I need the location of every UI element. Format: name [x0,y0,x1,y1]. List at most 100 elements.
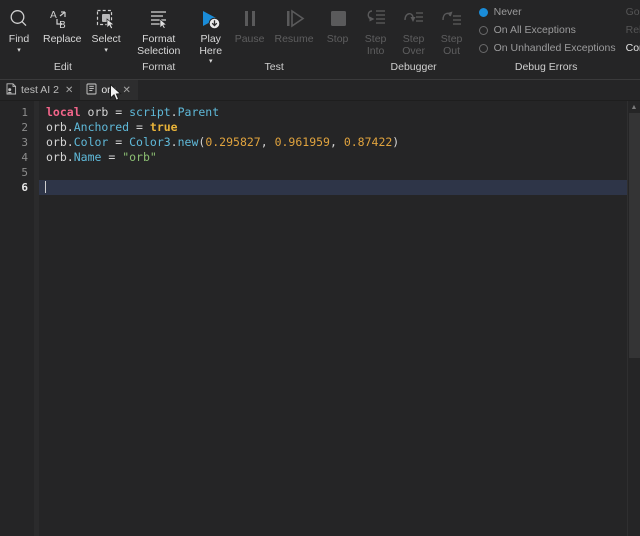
find-button[interactable]: Find ▾ [0,2,38,55]
tab-test-ai-2[interactable]: test AI 2 ✕ [0,80,80,100]
replace-ab-icon: A B [49,6,75,32]
reload-script-button[interactable]: Reload Scr [626,22,640,39]
step-into-button[interactable]: Step Into [357,2,395,57]
code-token: script [129,105,171,119]
ribbon-toolbar: Find ▾ A B Replace [0,0,640,80]
code-token: Color3 [129,135,171,149]
code-token: . [67,120,74,134]
commit-button[interactable]: Commit [626,40,640,57]
debug-errors-radio-group: Never On All Exceptions On Unhandled Exc… [471,0,622,58]
pause-label: Pause [235,34,265,46]
radio-unselected-icon [479,26,488,35]
editor-vertical-scrollbar[interactable]: ▲ [627,101,640,536]
scroll-up-arrow-icon[interactable]: ▲ [628,101,640,113]
find-caret-icon[interactable]: ▾ [17,46,21,55]
code-token: . [171,105,178,119]
code-token: . [67,150,74,164]
select-caret-icon[interactable]: ▾ [104,46,108,55]
debug-errors-option-never[interactable]: Never [479,4,616,21]
code-token: true [150,120,178,134]
code-line[interactable] [39,165,640,180]
code-token: Parent [178,105,220,119]
code-token: Color [74,135,109,149]
step-out-button[interactable]: Step Out [433,2,471,57]
ribbon-group-label-test: Test [192,58,357,73]
code-token: orb [46,150,67,164]
format-selection-button[interactable]: Format Selection [126,2,192,57]
code-token: "orb" [122,150,157,164]
step-over-icon [401,6,427,32]
code-token: orb [46,135,67,149]
ribbon-group-debugger: Step Into Step Over [357,0,471,80]
step-out-icon [439,6,465,32]
scrollbar-thumb[interactable] [629,113,640,358]
line-number: 5 [0,165,34,180]
ribbon-group-label-debug-errors: Debug Errors [471,58,622,73]
roblox-script-editor-window: Find ▾ A B Replace [0,0,640,536]
code-editor[interactable]: 1 2 3 4 5 6 local orb = script.Parent or… [0,101,640,536]
line-number: 2 [0,120,34,135]
pause-icon [238,6,262,32]
tab-orb[interactable]: orb ✕ [80,80,138,100]
editor-tab-bar: test AI 2 ✕ orb ✕ [0,80,640,101]
code-line[interactable]: local orb = script.Parent [39,105,640,120]
stop-button[interactable]: Stop [319,2,357,46]
script-page-icon [6,83,17,98]
code-line[interactable]: orb.Color = Color3.new(0.295827, 0.96195… [39,135,640,150]
step-over-button[interactable]: Step Over [395,2,433,57]
tab-label: test AI 2 [21,84,59,96]
play-here-label: Play Here [199,34,222,57]
code-token: = [101,150,122,164]
find-label: Find [9,34,29,46]
code-token: ) [392,135,399,149]
code-token: local [46,105,81,119]
pause-button[interactable]: Pause [230,2,270,46]
step-into-icon [363,6,389,32]
resume-icon [282,6,306,32]
code-token: 0.87422 [344,135,392,149]
code-token: Name [74,150,102,164]
code-token: orb [81,105,116,119]
select-object-icon [94,6,118,32]
ribbon-group-label-format: Format [126,58,192,73]
resume-label: Resume [275,34,314,46]
select-button[interactable]: Select ▾ [87,2,126,55]
select-label: Select [92,34,121,46]
tab-close-icon[interactable]: ✕ [65,85,73,96]
step-out-label: Step Out [441,34,463,57]
format-selection-label: Format Selection [137,34,180,57]
format-lines-icon [146,6,172,32]
line-number: 3 [0,135,34,150]
go-to-script-button[interactable]: Go to Scrip [626,4,640,21]
code-token: Anchored [74,120,129,134]
ribbon-group-test: Play Here ▾ Pause [192,0,357,80]
code-token: new [178,135,199,149]
module-script-icon [86,83,97,98]
text-caret [45,181,46,193]
replace-button[interactable]: A B Replace [38,2,87,46]
debug-errors-option-unhandled-exceptions[interactable]: On Unhandled Exceptions [479,40,616,57]
ribbon-group-script-actions: Go to Scrip Reload Scr Commit [622,0,640,80]
tab-close-icon[interactable]: ✕ [123,85,131,96]
tab-label: orb [101,84,116,96]
code-line[interactable]: orb.Anchored = true [39,120,640,135]
magnifier-icon [7,6,31,32]
play-here-button[interactable]: Play Here ▾ [192,2,230,66]
resume-button[interactable]: Resume [270,2,319,46]
ribbon-group-label-debugger: Debugger [357,58,471,73]
debug-errors-unhandled-exceptions-label: On Unhandled Exceptions [494,42,616,54]
step-over-label: Step Over [402,34,425,57]
stop-icon [326,6,350,32]
code-text-area[interactable]: local orb = script.Parent orb.Anchored =… [39,101,640,536]
step-into-label: Step Into [365,34,387,57]
radio-selected-icon [479,8,488,17]
code-token: , [330,135,344,149]
code-line[interactable]: orb.Name = "orb" [39,150,640,165]
debug-errors-option-all-exceptions[interactable]: On All Exceptions [479,22,616,39]
ribbon-group-edit: Find ▾ A B Replace [0,0,126,80]
line-number: 4 [0,150,34,165]
radio-unselected-icon [479,44,488,53]
line-number: 1 [0,105,34,120]
code-token: . [67,135,74,149]
code-line-current[interactable] [39,180,640,195]
